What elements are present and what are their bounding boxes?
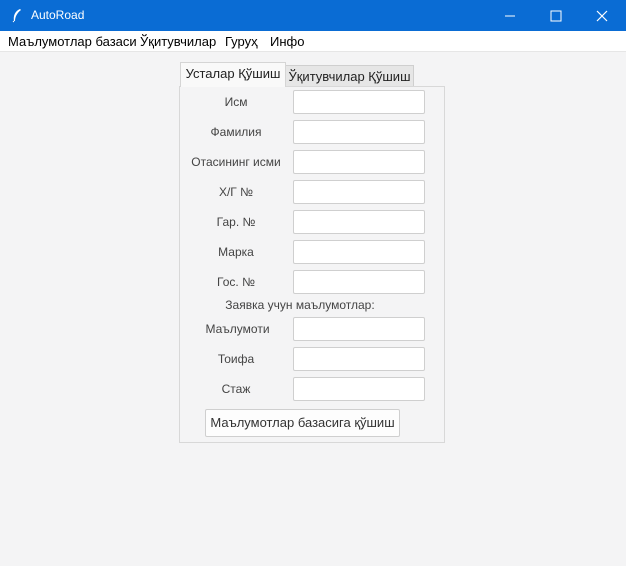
menu-database[interactable]: Маълумотлар базаси <box>8 34 137 49</box>
window-title: AutoRoad <box>31 8 85 22</box>
last-name-label: Фамилия <box>210 125 262 139</box>
garage-number-label: Гар. № <box>216 215 256 229</box>
education-label: Маълумоти <box>205 322 270 336</box>
minimize-icon <box>505 15 515 17</box>
state-number-input[interactable] <box>293 270 425 294</box>
education-input[interactable] <box>293 317 425 341</box>
menu-teachers[interactable]: Ўқитувчилар <box>140 34 216 49</box>
close-button[interactable] <box>579 0 625 31</box>
order-section-heading: Заявка учун маълумотлар: <box>225 298 375 312</box>
category-label: Тоифа <box>217 352 255 366</box>
maximize-button[interactable] <box>533 0 579 31</box>
first-name-label: Исм <box>224 95 248 109</box>
hg-number-label: Х/Г № <box>218 185 254 199</box>
experience-input[interactable] <box>293 377 425 401</box>
add-to-database-button[interactable]: Маълумотлар базасига қўшиш <box>205 409 400 437</box>
minimize-button[interactable] <box>487 0 533 31</box>
tab-add-masters[interactable]: Усталар Қўшиш <box>180 62 286 87</box>
brand-label: Марка <box>218 245 254 259</box>
brand-input[interactable] <box>293 240 425 264</box>
category-input[interactable] <box>293 347 425 371</box>
state-number-label: Гос. № <box>217 275 255 289</box>
feather-icon <box>12 9 21 23</box>
menu-group[interactable]: Гуруҳ <box>225 34 258 49</box>
window-titlebar: AutoRoad <box>0 0 626 31</box>
first-name-input[interactable] <box>293 90 425 114</box>
close-icon <box>596 10 608 22</box>
garage-number-input[interactable] <box>293 210 425 234</box>
tab-add-teachers[interactable]: Ўқитувчилар Қўшиш <box>285 65 414 87</box>
patronymic-label: Отасининг исми <box>191 155 281 169</box>
patronymic-input[interactable] <box>293 150 425 174</box>
experience-label: Стаж <box>221 382 251 396</box>
last-name-input[interactable] <box>293 120 425 144</box>
maximize-icon <box>550 10 562 22</box>
hg-number-input[interactable] <box>293 180 425 204</box>
menu-bar: Маълумотлар базаси Ўқитувчилар Гуруҳ Инф… <box>0 31 626 52</box>
menu-info[interactable]: Инфо <box>270 34 304 49</box>
